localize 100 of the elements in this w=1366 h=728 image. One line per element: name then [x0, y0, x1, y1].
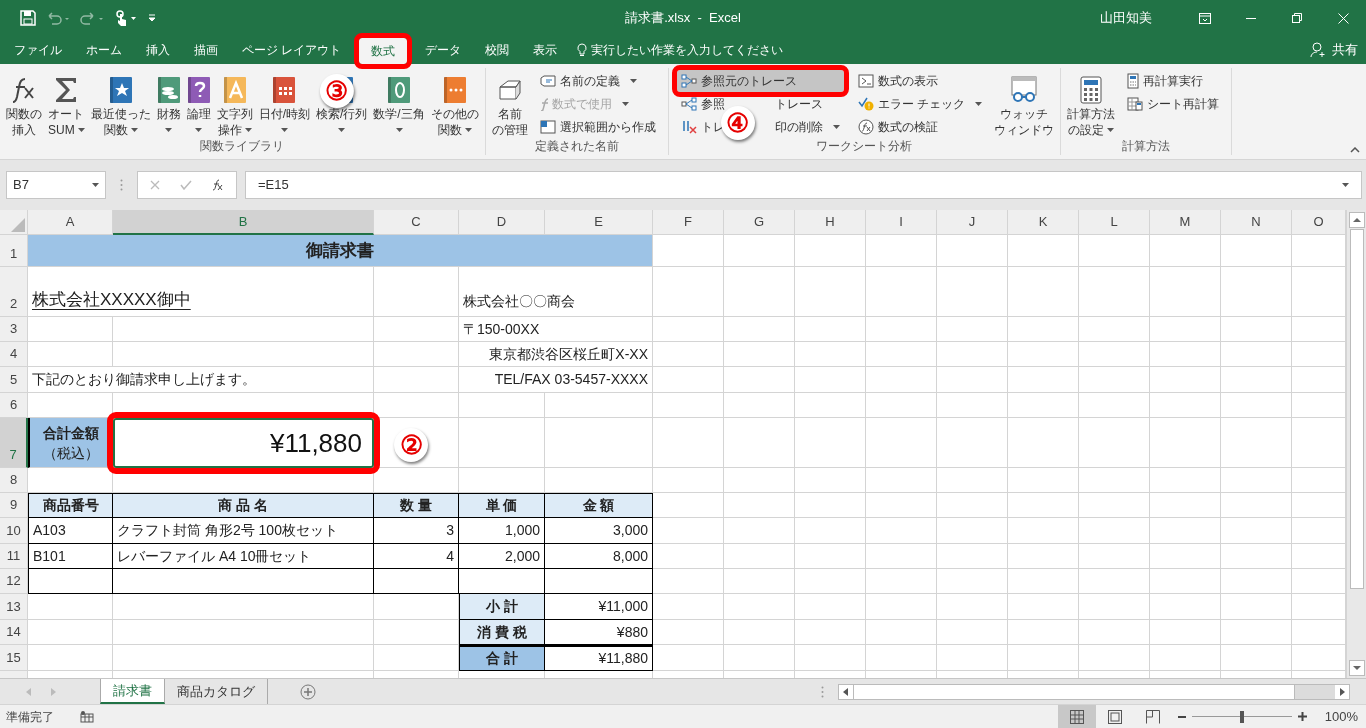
ribbon-button[interactable]: 数式の表示	[853, 70, 987, 92]
sheet-tab[interactable]: 請求書	[100, 679, 165, 704]
column-header[interactable]: H	[795, 210, 866, 235]
row-header[interactable]: 10	[0, 518, 28, 544]
menu-tab[interactable]: ファイル	[2, 36, 74, 64]
zoom-slider-thumb[interactable]	[1239, 710, 1244, 723]
scroll-thumb[interactable]	[853, 684, 1295, 699]
tell-me-field[interactable]: 実行したい作業を入力してください	[591, 41, 792, 59]
ribbon-button[interactable]: 数学/三角	[371, 68, 427, 138]
collapse-ribbon-icon[interactable]	[1350, 147, 1360, 153]
cancel-icon[interactable]	[150, 180, 160, 190]
row-header[interactable]: 4	[0, 342, 28, 367]
row-header[interactable]: 15	[0, 645, 28, 671]
select-all-icon[interactable]	[11, 218, 25, 232]
menu-tab[interactable]: ホーム	[74, 36, 134, 64]
horizontal-scrollbar[interactable]	[838, 683, 1350, 700]
ribbon-button[interactable]: 日付/時刻	[256, 68, 312, 138]
customize-toolbar-icon[interactable]	[148, 14, 156, 22]
row-header[interactable]: 2	[0, 267, 28, 317]
ribbon-button[interactable]: 論理	[184, 68, 213, 138]
row-header[interactable]: 9	[0, 493, 28, 518]
row-header[interactable]: 11	[0, 544, 28, 569]
row-header[interactable]: 1	[0, 235, 28, 267]
column-header[interactable]: I	[866, 210, 937, 235]
caret-icon	[338, 128, 346, 132]
add-sheet-icon[interactable]	[300, 683, 316, 700]
scroll-down-icon[interactable]	[1348, 660, 1365, 676]
scroll-thumb[interactable]	[1349, 229, 1364, 589]
table-cell[interactable]	[113, 569, 374, 594]
scroll-up-icon[interactable]	[1348, 212, 1365, 228]
scroll-right-icon[interactable]	[1335, 684, 1349, 699]
column-header[interactable]: K	[1008, 210, 1079, 235]
ribbon-button[interactable]: 文字列 操作	[214, 68, 255, 138]
ribbon-button[interactable]: 再計算実行	[1123, 70, 1224, 92]
table-cell[interactable]	[545, 569, 653, 594]
caret-icon	[280, 128, 288, 132]
sheet-calculator-icon	[1127, 97, 1144, 111]
zoom-slider[interactable]	[1191, 710, 1292, 723]
ribbon-button[interactable]: 名前の定義	[535, 70, 660, 92]
ribbon-button[interactable]: 名前 の管理	[489, 68, 530, 138]
save-icon[interactable]	[20, 10, 36, 26]
name-box[interactable]: B7	[6, 171, 106, 199]
zoom-level[interactable]: 100%	[1324, 706, 1358, 727]
menu-tab[interactable]: 挿入	[134, 36, 182, 64]
function-icon	[11, 76, 37, 104]
normal-view-button[interactable]	[1057, 705, 1096, 728]
ribbon-button[interactable]: 数式の検証	[853, 116, 987, 138]
checkmark-icon[interactable]	[180, 180, 192, 190]
ribbon-button[interactable]: エラー チェック	[853, 93, 987, 115]
table-cell: ¥11,880	[545, 645, 653, 671]
menu-tab[interactable]: 表示	[521, 36, 570, 64]
zoom-in-icon[interactable]	[1297, 712, 1307, 721]
row-header[interactable]: 5	[0, 367, 28, 393]
row-header[interactable]	[0, 671, 28, 678]
table-cell[interactable]	[28, 569, 113, 594]
row-header[interactable]: 3	[0, 317, 28, 342]
next-sheet-icon[interactable]	[51, 687, 56, 696]
menu-tab[interactable]: 校閲	[473, 36, 522, 64]
ribbon-button[interactable]: 最近使った 関数	[88, 68, 153, 138]
ribbon-button[interactable]: 財務	[154, 68, 183, 138]
column-header[interactable]: L	[1079, 210, 1150, 235]
row-header[interactable]: 7	[0, 418, 28, 468]
ribbon-button[interactable]: オート SUM	[46, 68, 87, 138]
menu-tab[interactable]: データ	[413, 36, 474, 64]
function-book-icon	[186, 76, 211, 104]
group-label: 関数ライブラリ	[200, 138, 285, 155]
row-header[interactable]: 13	[0, 594, 28, 620]
column-header[interactable]: N	[1221, 210, 1292, 235]
table-cell: A103	[28, 518, 113, 544]
ribbon-button[interactable]: 関数の 挿入	[4, 68, 44, 138]
row-header[interactable]: 12	[0, 569, 28, 594]
column-header[interactable]: J	[937, 210, 1008, 235]
sender-text: 〒150-00XX	[459, 317, 653, 342]
vertical-scrollbar[interactable]	[1346, 210, 1366, 678]
insert-function-icon[interactable]	[212, 179, 224, 191]
ribbon-button[interactable]: 選択範囲から作成	[535, 116, 660, 138]
menu-tab[interactable]: ページ レイアウト	[230, 36, 354, 64]
ribbon-button[interactable]: その他の 関数	[428, 68, 481, 138]
function-book-icon	[156, 76, 181, 104]
column-header[interactable]: F	[653, 210, 724, 235]
touch-mode-icon[interactable]	[114, 10, 138, 26]
formula-field[interactable]: =E15	[245, 171, 1362, 199]
scroll-left-icon[interactable]	[839, 684, 853, 699]
row-header[interactable]: 14	[0, 620, 28, 645]
ribbon-button[interactable]: 計算方法 の設定	[1065, 68, 1118, 138]
macro-record-icon[interactable]	[80, 710, 94, 723]
ribbon-display-icon	[1199, 12, 1211, 24]
previous-sheet-icon[interactable]	[26, 687, 31, 696]
column-header[interactable]: G	[724, 210, 795, 235]
row-header[interactable]: 8	[0, 468, 28, 493]
table-cell: 2,000	[459, 544, 545, 569]
splitter-handle-icon[interactable]	[821, 685, 824, 698]
column-header[interactable]: M	[1150, 210, 1221, 235]
table-cell[interactable]	[374, 569, 459, 594]
ribbon-button[interactable]: シート再計算	[1123, 93, 1224, 115]
row-header[interactable]: 6	[0, 393, 28, 418]
column-header[interactable]: B	[113, 210, 374, 235]
menu-tab[interactable]: 描画	[182, 36, 230, 64]
share-button[interactable]: 共有	[1310, 36, 1358, 64]
ribbon-button[interactable]: ウォッチ ウィンドウ	[992, 68, 1057, 138]
